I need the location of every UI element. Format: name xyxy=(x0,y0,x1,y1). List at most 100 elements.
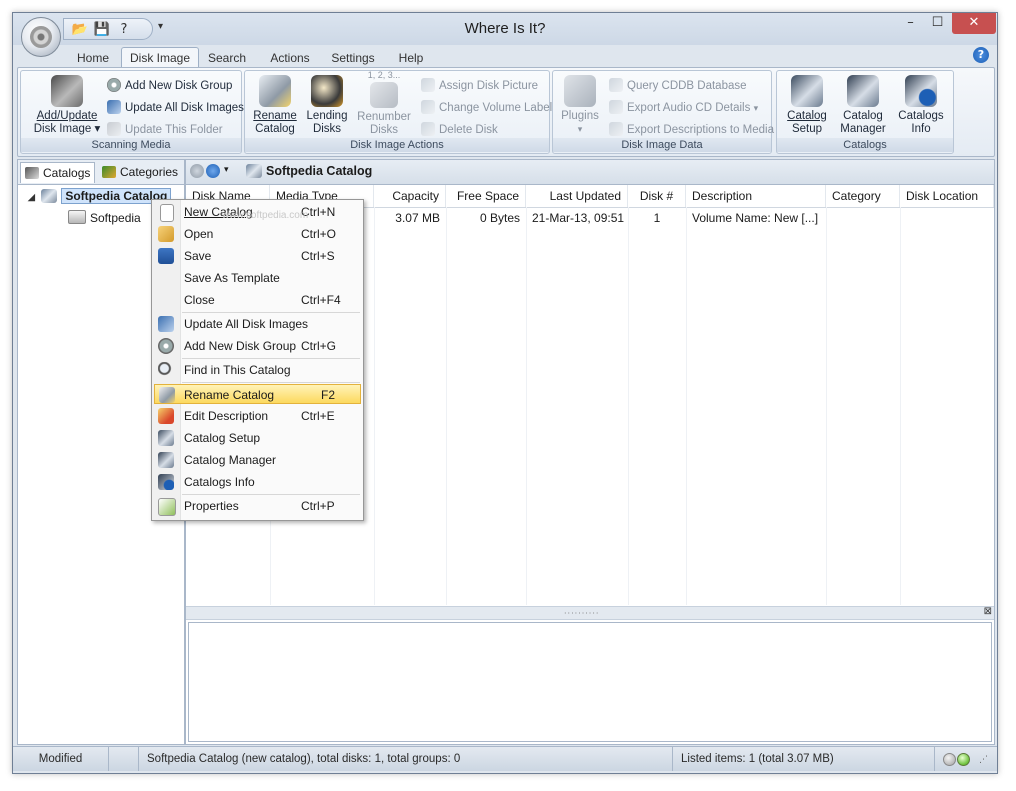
menu-item-edit-description[interactable]: Edit Description Ctrl+E xyxy=(154,406,361,426)
menu-item-open[interactable]: Open Ctrl+O xyxy=(154,224,361,244)
disk-drive-icon xyxy=(68,210,86,224)
lending-line2: Disks xyxy=(312,123,342,135)
column-free-space[interactable]: Free Space xyxy=(446,185,526,207)
disk-group-icon xyxy=(158,338,174,354)
menu-item-catalogs-info[interactable]: Catalogs Info xyxy=(154,472,361,492)
close-detail-icon[interactable]: ⊠ xyxy=(984,606,992,617)
title-bar: 📂 💾 ? ▾ Where Is It? – ☐ ✕ xyxy=(13,13,997,57)
menu-item-update-all-disk-images[interactable]: Update All Disk Images xyxy=(154,314,361,334)
forward-arrow-icon[interactable] xyxy=(206,164,220,178)
catalog-manager-button[interactable]: Catalog Manager xyxy=(835,75,891,136)
column-description[interactable]: Description xyxy=(686,185,826,207)
help-icon[interactable]: ? xyxy=(973,47,989,63)
tree-item-softpedia[interactable]: Softpedia xyxy=(68,210,141,227)
menu-item-add-new-disk-group[interactable]: Add New Disk Group Ctrl+G xyxy=(154,336,361,356)
menu-separator xyxy=(182,358,360,359)
add-update-disk-image-button[interactable]: Add/Update Disk Image ▾ xyxy=(27,75,107,136)
group-scanning-media: Add/Update Disk Image ▾ Add New Disk Gro… xyxy=(20,70,244,154)
renumber-top: 1, 2, 3... xyxy=(367,70,401,80)
info-icon xyxy=(158,474,174,490)
update-folder-icon xyxy=(107,122,121,136)
column-disk-location[interactable]: Disk Location xyxy=(900,185,994,207)
status-bar: Modified Softpedia Catalog (new catalog)… xyxy=(13,746,997,771)
export-descriptions-icon xyxy=(609,122,623,136)
tree-item-softpedia-catalog[interactable]: ◢ Softpedia Catalog xyxy=(28,188,172,206)
plugins-button[interactable]: Plugins ▾ xyxy=(557,75,603,136)
query-cddb-button[interactable]: Query CDDB Database xyxy=(609,77,747,95)
column-divider xyxy=(526,207,527,605)
lending-disks-icon xyxy=(311,75,343,107)
tab-actions[interactable]: Actions xyxy=(265,49,315,67)
resize-grip-icon[interactable]: ⋰ xyxy=(979,755,988,765)
menu-item-save[interactable]: Save Ctrl+S xyxy=(154,246,361,266)
export-audio-cd-button[interactable]: Export Audio CD Details ▾ xyxy=(609,99,758,117)
menu-shortcut: Ctrl+P xyxy=(301,499,335,513)
menu-separator xyxy=(182,312,360,313)
plugins-label: Plugins xyxy=(561,110,599,122)
rename-line2: Catalog xyxy=(255,123,295,135)
menu-label: Properties xyxy=(184,499,239,513)
menu-item-close[interactable]: Close Ctrl+F4 xyxy=(154,290,361,310)
menu-item-rename-catalog[interactable]: Rename Catalog F2 xyxy=(154,384,361,404)
tree-child-label: Softpedia xyxy=(90,211,141,225)
lending-line1: Lending xyxy=(306,110,348,122)
tab-disk-image[interactable]: Disk Image xyxy=(121,47,199,69)
export-descriptions-button[interactable]: Export Descriptions to Media xyxy=(609,121,774,139)
context-menu: New Catalog Ctrl+N Open Ctrl+O Save Ctrl… xyxy=(151,199,364,521)
menu-shortcut: Ctrl+E xyxy=(301,409,335,423)
update-this-folder-button[interactable]: Update This Folder xyxy=(107,121,223,139)
tab-categories[interactable]: Categories xyxy=(98,162,182,182)
catalog-setup-button[interactable]: Catalog Setup xyxy=(781,75,833,136)
tab-catalogs[interactable]: Catalogs xyxy=(20,162,96,183)
add-new-disk-group-button[interactable]: Add New Disk Group xyxy=(107,77,232,95)
catalogs-info-button[interactable]: Catalogs Info xyxy=(893,75,949,136)
tab-help[interactable]: Help xyxy=(393,49,429,67)
menu-label: Catalog Manager xyxy=(184,453,277,467)
update-all-disk-images-button[interactable]: Update All Disk Images xyxy=(107,99,244,117)
add-update-line2: Disk Image ▾ xyxy=(33,123,101,135)
menu-item-find-in-catalog[interactable]: Find in This Catalog xyxy=(154,360,361,380)
tab-settings[interactable]: Settings xyxy=(325,49,381,67)
column-category[interactable]: Category xyxy=(826,185,900,207)
menu-label: Catalogs Info xyxy=(184,475,255,489)
cell-disk-location xyxy=(900,208,994,229)
back-arrow-icon[interactable] xyxy=(190,164,204,178)
close-button[interactable]: ✕ xyxy=(952,13,996,34)
tab-home[interactable]: Home xyxy=(73,49,113,67)
scanner-disk-icon xyxy=(51,75,83,107)
menu-label: Open xyxy=(184,227,214,241)
assign-disk-picture-button[interactable]: Assign Disk Picture xyxy=(421,77,538,95)
tab-search[interactable]: Search xyxy=(203,49,251,67)
column-disk-number[interactable]: Disk # xyxy=(628,185,686,207)
menu-item-catalog-manager[interactable]: Catalog Manager xyxy=(154,450,361,470)
find-icon xyxy=(158,362,174,378)
delete-disk-button[interactable]: Delete Disk xyxy=(421,121,498,139)
menu-item-save-as-template[interactable]: Save As Template xyxy=(154,268,361,288)
minimize-button[interactable]: – xyxy=(897,13,924,34)
cell-category xyxy=(826,208,900,229)
lending-disks-button[interactable]: Lending Disks xyxy=(303,75,351,136)
tab-catalogs-label: Catalogs xyxy=(43,166,91,180)
menu-shortcut: Ctrl+F4 xyxy=(301,293,341,307)
collapse-arrow-icon[interactable]: ◢ xyxy=(28,189,38,206)
maximize-button[interactable]: ☐ xyxy=(924,13,951,34)
add-new-disk-group-label: Add New Disk Group xyxy=(125,80,233,92)
app-menu-button[interactable] xyxy=(21,17,61,57)
edit-icon xyxy=(158,408,174,424)
column-capacity[interactable]: Capacity xyxy=(374,185,446,207)
menu-label: Save As Template xyxy=(184,271,280,285)
catalogs-info-line1: Catalogs xyxy=(898,110,944,122)
change-volume-label-button[interactable]: Change Volume Label xyxy=(421,99,552,117)
detail-panel xyxy=(188,622,992,742)
column-last-updated[interactable]: Last Updated xyxy=(526,185,628,207)
menu-item-properties[interactable]: Properties Ctrl+P xyxy=(154,496,361,516)
nav-history-dropdown-icon[interactable]: ▾ xyxy=(224,165,229,175)
rename-catalog-button[interactable]: Rename Catalog xyxy=(251,75,299,136)
delete-disk-label: Delete Disk xyxy=(439,124,498,136)
pane-splitter[interactable]: ·········· ⊠ xyxy=(186,606,994,620)
renumber-disks-button[interactable]: 1, 2, 3... Renumber Disks xyxy=(355,69,413,137)
menu-item-catalog-setup[interactable]: Catalog Setup xyxy=(154,428,361,448)
open-folder-icon xyxy=(158,226,174,242)
status-mode: Modified xyxy=(13,747,109,771)
update-this-folder-label: Update This Folder xyxy=(125,124,223,136)
